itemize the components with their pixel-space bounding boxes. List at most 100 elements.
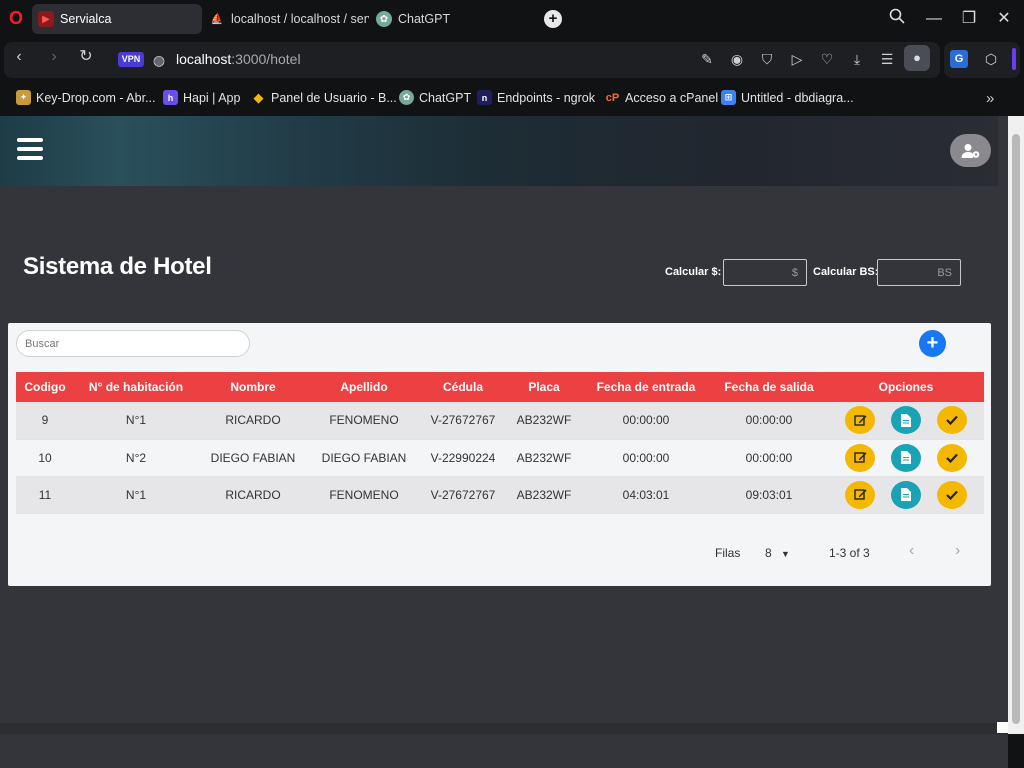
pagination-range: 1-3 of 3 bbox=[829, 546, 870, 560]
tab-label: ChatGPT bbox=[398, 12, 451, 26]
checkout-button[interactable] bbox=[937, 480, 967, 509]
col-cedula[interactable]: Cédula bbox=[420, 372, 506, 402]
prev-page-button[interactable]: ‹ bbox=[909, 542, 914, 560]
back-button[interactable]: ‹ bbox=[10, 48, 28, 66]
heart-icon[interactable]: ♡ bbox=[818, 50, 836, 68]
translate-icon[interactable]: G bbox=[950, 50, 968, 68]
col-nombre[interactable]: Nombre bbox=[198, 372, 308, 402]
bookmarks-overflow-icon[interactable]: » bbox=[986, 90, 994, 107]
tab-servialca[interactable]: ▶ Servialca bbox=[32, 4, 202, 34]
bookmark-label: Key-Drop.com - Abr... bbox=[36, 90, 156, 105]
bookmark-ngrok[interactable]: n Endpoints - ngrok bbox=[477, 90, 595, 105]
bookmark-label: ChatGPT bbox=[419, 90, 472, 105]
close-window-button[interactable]: ✕ bbox=[993, 8, 1015, 30]
bookmarks-bar: ✦ Key-Drop.com - Abr... h Hapi | App ◆ P… bbox=[0, 82, 1024, 114]
tab-phpmyadmin[interactable]: ⛵ localhost / localhost / serv bbox=[203, 4, 369, 34]
vpn-badge[interactable]: VPN bbox=[118, 52, 144, 67]
bookmark-label: Panel de Usuario - B... bbox=[271, 90, 397, 105]
cell-cedula: V-27672767 bbox=[430, 413, 496, 428]
cell-habitacion: N°2 bbox=[125, 450, 147, 465]
servialca-favicon-icon: ▶ bbox=[38, 11, 54, 27]
cell-nombre: DIEGO FABIAN bbox=[210, 450, 296, 465]
col-opciones: Opciones bbox=[878, 380, 934, 394]
col-fecha-salida[interactable]: Fecha de salida bbox=[710, 372, 828, 402]
next-page-button[interactable]: › bbox=[955, 542, 960, 560]
cube-icon[interactable]: ⬡ bbox=[982, 50, 1000, 68]
cell-cedula: V-22990224 bbox=[430, 450, 496, 465]
col-apellido[interactable]: Apellido bbox=[308, 372, 420, 402]
profile-icon[interactable]: ● bbox=[904, 45, 930, 71]
globe-icon[interactable]: ◍ bbox=[150, 51, 168, 69]
col-codigo[interactable]: Codigo bbox=[16, 372, 74, 402]
reload-icon[interactable]: ↻ bbox=[77, 48, 95, 66]
checkout-button[interactable] bbox=[937, 406, 967, 435]
bookmark-hapi[interactable]: h Hapi | App bbox=[163, 90, 240, 105]
edit-icon bbox=[853, 452, 866, 463]
cell-salida: 00:00:00 bbox=[745, 413, 793, 428]
edit-button[interactable] bbox=[845, 443, 875, 472]
bookmark-binance[interactable]: ◆ Panel de Usuario - B... bbox=[251, 90, 397, 105]
minimize-button[interactable]: — bbox=[923, 8, 945, 30]
page-title: Sistema de Hotel bbox=[23, 253, 212, 280]
cpanel-icon: cP bbox=[605, 91, 620, 104]
bookmark-cpanel[interactable]: cP Acceso a cPanel bbox=[605, 90, 718, 105]
edit-button[interactable] bbox=[845, 406, 875, 435]
camera-icon[interactable]: ◉ bbox=[728, 50, 746, 68]
cell-apellido: FENOMENO bbox=[329, 413, 399, 428]
calc-bs-label: Calcular BS: bbox=[813, 266, 879, 278]
bookmark-label: Hapi | App bbox=[183, 90, 241, 105]
forward-button[interactable]: › bbox=[45, 48, 63, 66]
bookmark-dbdiagram[interactable]: ⊞ Untitled - dbdiagra... bbox=[721, 90, 854, 105]
cell-habitacion: N°1 bbox=[125, 487, 147, 502]
edit-icon[interactable]: ✎ bbox=[698, 50, 716, 68]
new-tab-button[interactable]: + bbox=[544, 10, 562, 28]
cell-nombre: RICARDO bbox=[225, 487, 281, 502]
cell-apellido: DIEGO FABIAN bbox=[321, 450, 407, 465]
bookmark-chatgpt[interactable]: ✿ ChatGPT bbox=[399, 90, 471, 105]
document-button[interactable] bbox=[891, 406, 921, 435]
tab-label: localhost / localhost / serv bbox=[231, 12, 369, 26]
calc-usd-input[interactable] bbox=[723, 259, 807, 286]
tab-chatgpt[interactable]: ✿ ChatGPT bbox=[370, 4, 540, 34]
cell-opciones bbox=[828, 402, 984, 439]
scrollbar-thumb[interactable] bbox=[1012, 134, 1020, 724]
horizontal-scrollbar[interactable] bbox=[0, 723, 1008, 734]
checkout-button[interactable] bbox=[937, 443, 967, 472]
rows-per-page-select[interactable]: 8 ▼ bbox=[765, 546, 790, 560]
restore-button[interactable]: ❐ bbox=[958, 8, 980, 30]
cell-opciones bbox=[828, 476, 984, 513]
cell-placa: AB232WF bbox=[516, 487, 572, 502]
cell-placa: AB232WF bbox=[516, 413, 572, 428]
search-tabs-icon[interactable] bbox=[886, 8, 908, 30]
document-button[interactable] bbox=[891, 480, 921, 509]
calc-bs-input[interactable] bbox=[877, 259, 961, 286]
download-icon[interactable]: ⤓ bbox=[848, 50, 866, 68]
edit-button[interactable] bbox=[845, 480, 875, 509]
cell-apellido: FENOMENO bbox=[329, 487, 399, 502]
send-icon[interactable]: ▷ bbox=[788, 50, 806, 68]
cell-opciones bbox=[828, 439, 984, 476]
settings-sliders-icon[interactable]: ☰ bbox=[878, 50, 896, 68]
user-settings-button[interactable] bbox=[950, 134, 991, 167]
col-habitacion[interactable]: N° de habitación bbox=[74, 372, 198, 402]
col-placa[interactable]: Placa bbox=[506, 372, 582, 402]
bookmark-keydrop[interactable]: ✦ Key-Drop.com - Abr... bbox=[16, 90, 155, 105]
document-button[interactable] bbox=[891, 443, 921, 472]
keydrop-icon: ✦ bbox=[16, 90, 31, 105]
url-text[interactable]: localhost:3000/hotel bbox=[176, 51, 301, 67]
col-fecha-entrada[interactable]: Fecha de entrada bbox=[582, 372, 710, 402]
table-row: 9 N°1 RICARDO FENOMENO V-27672767 AB232W… bbox=[16, 402, 984, 439]
tab-label: Servialca bbox=[60, 12, 112, 26]
document-icon bbox=[901, 413, 911, 427]
bookmark-label: Endpoints - ngrok bbox=[497, 90, 595, 105]
opera-logo-icon[interactable]: O bbox=[6, 8, 26, 28]
add-reservation-button[interactable]: + bbox=[919, 330, 946, 357]
dropdown-arrow-icon: ▼ bbox=[781, 549, 790, 559]
vertical-scrollbar[interactable] bbox=[1008, 116, 1024, 734]
chatgpt-icon: ✿ bbox=[399, 90, 414, 105]
cell-entrada: 04:03:01 bbox=[622, 487, 670, 502]
sidebar-accent bbox=[1012, 48, 1016, 70]
shield-icon[interactable]: ⛉ bbox=[758, 50, 776, 68]
search-input[interactable] bbox=[16, 330, 250, 357]
menu-icon[interactable] bbox=[17, 138, 43, 160]
